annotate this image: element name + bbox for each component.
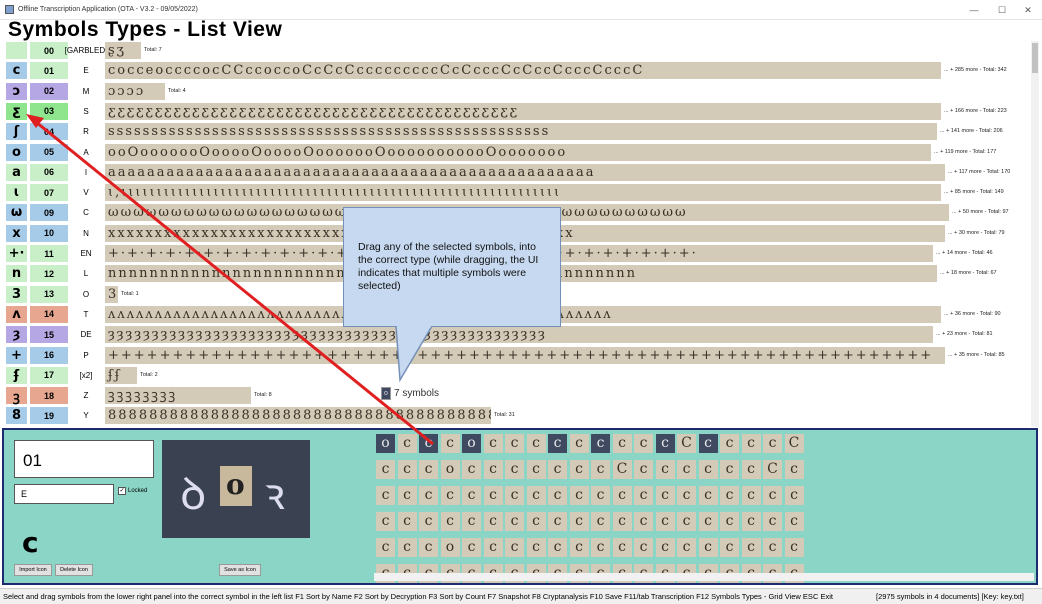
drag-indicator: o 7 symbols (381, 387, 439, 400)
instruction-callout: Drag any of the selected symbols, into t… (343, 207, 561, 327)
drag-symbol-icon: o (381, 387, 391, 400)
callout-pointer (395, 326, 433, 382)
drag-count-label: 7 symbols (394, 388, 440, 399)
